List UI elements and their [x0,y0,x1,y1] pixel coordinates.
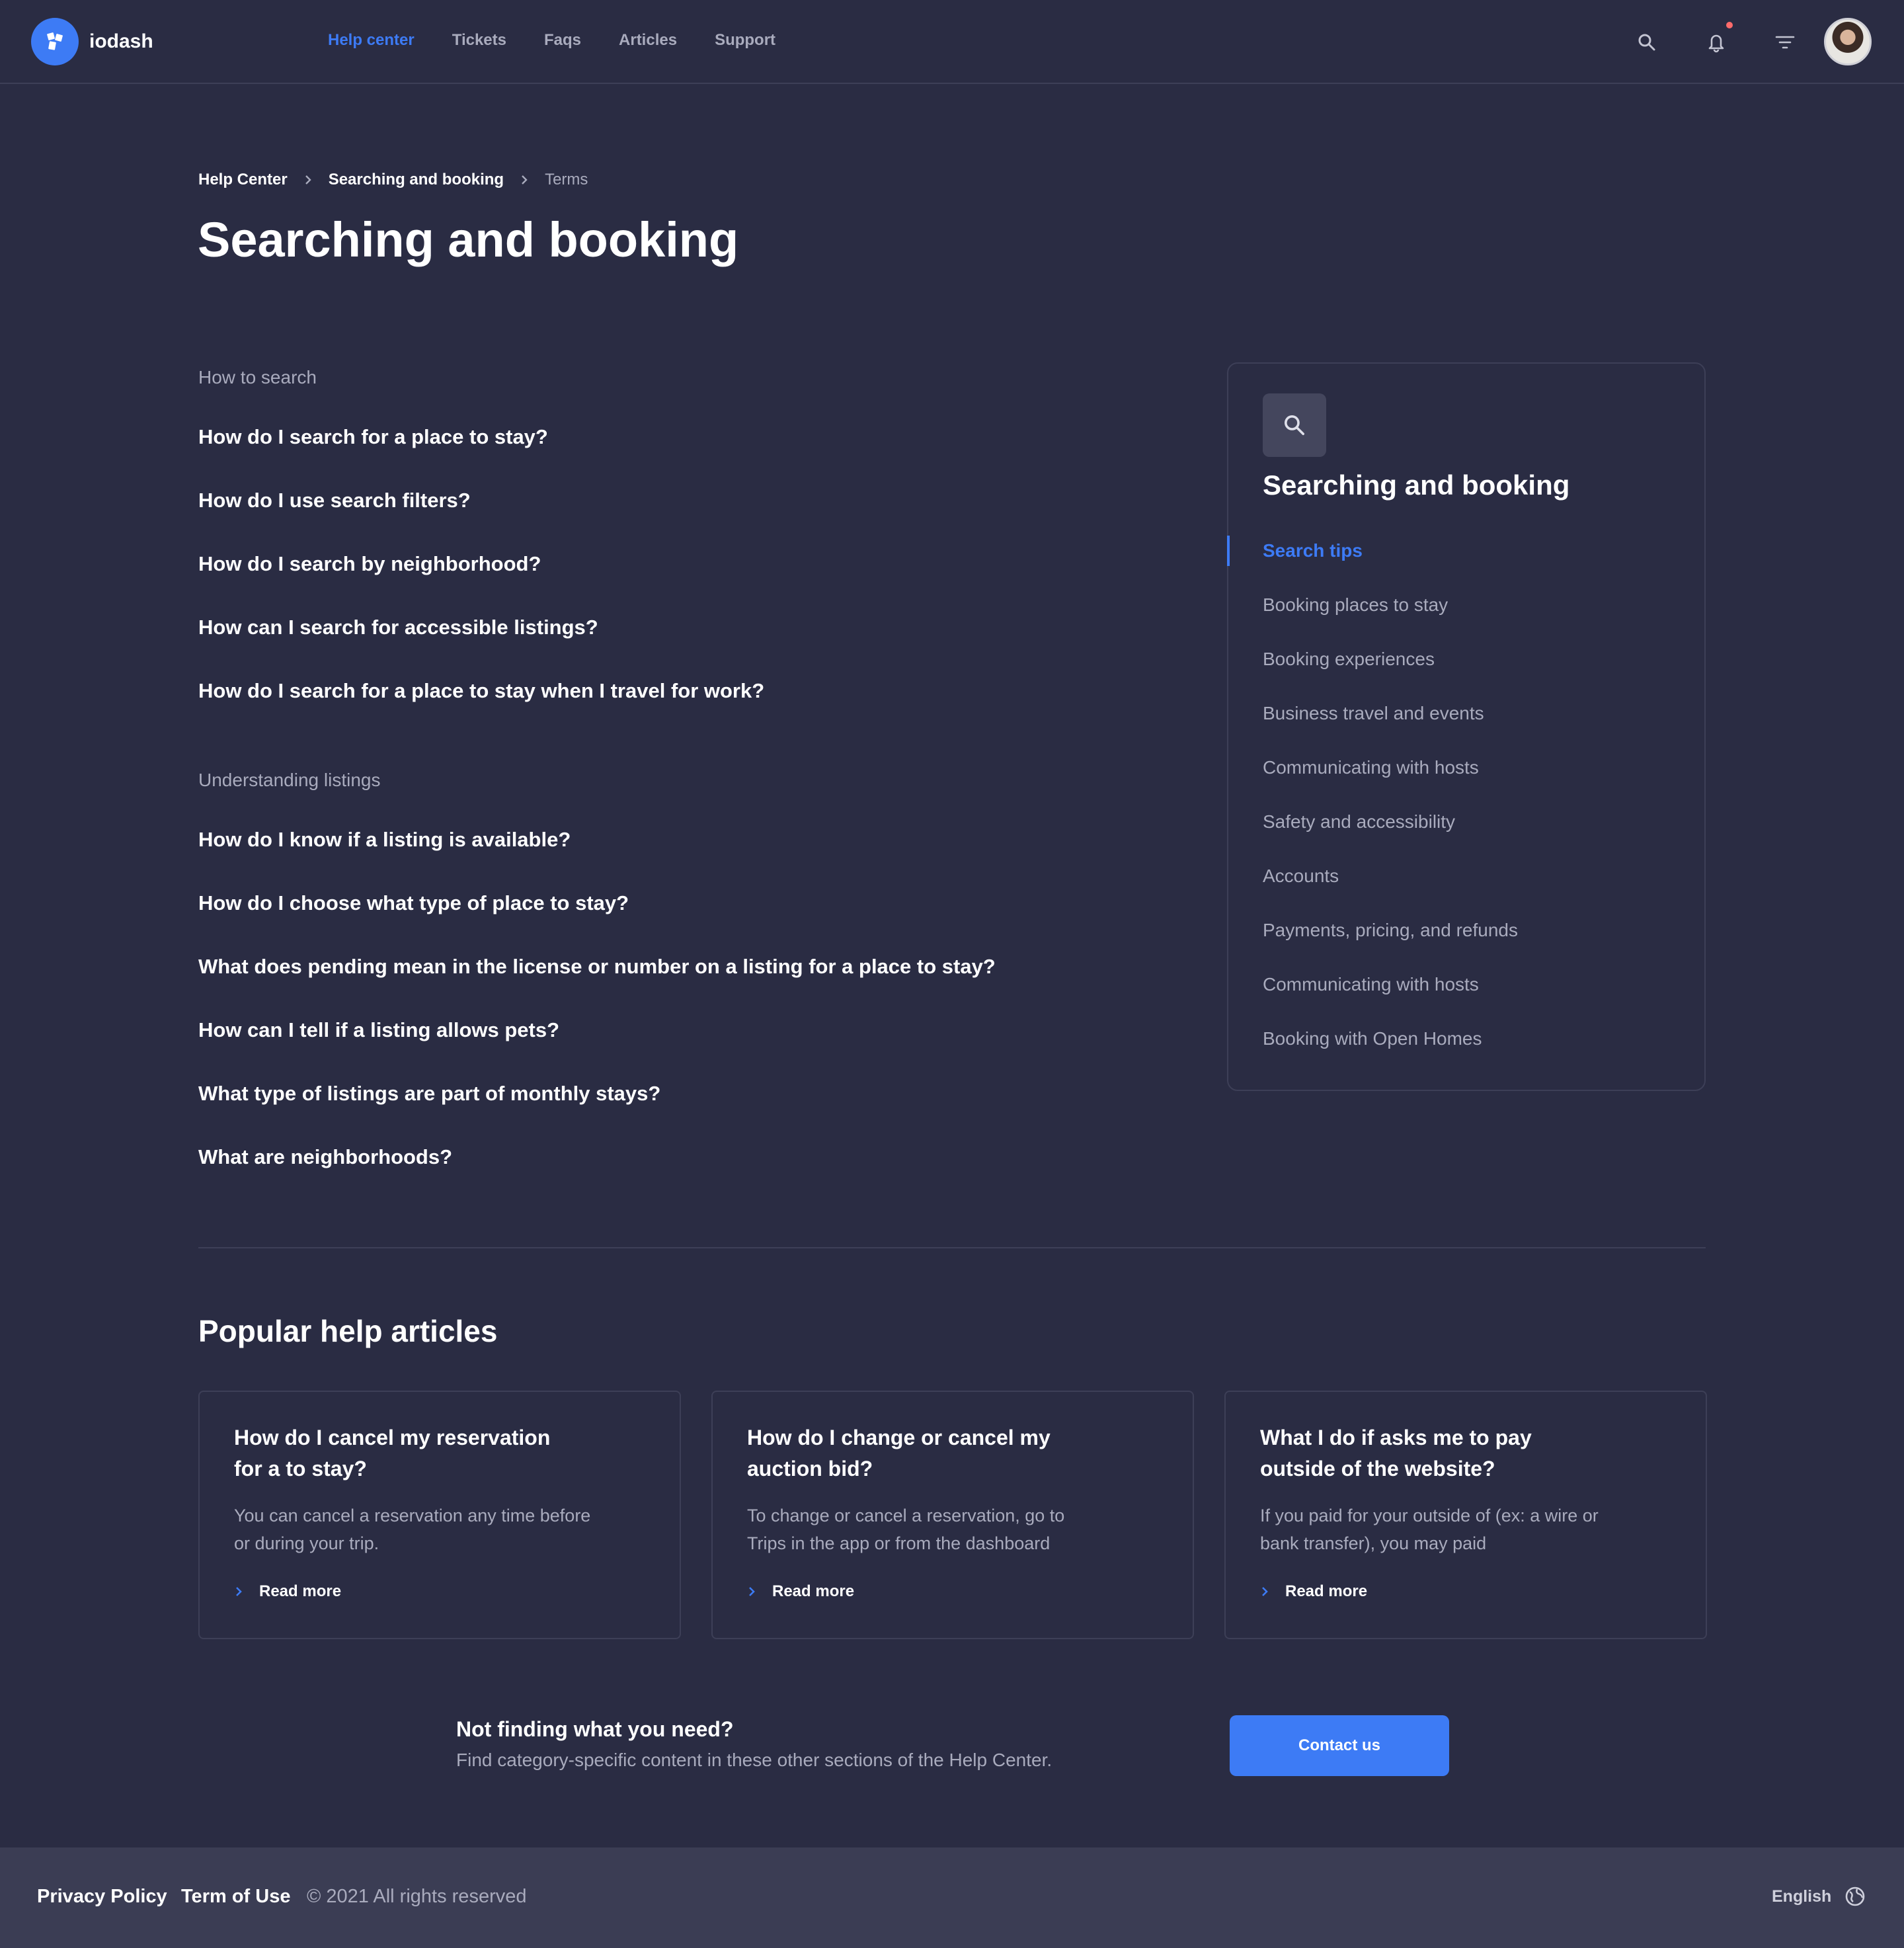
search-icon [1263,393,1326,457]
sidebar-item-search-tips[interactable]: Search tips [1227,536,1704,590]
chevron-right-icon [234,1586,243,1598]
sidebar-item-business-travel[interactable]: Business travel and events [1228,698,1704,752]
read-more-label: Read more [259,1582,342,1600]
contact-us-button[interactable]: Contact us [1230,1715,1449,1776]
nav-support[interactable]: Support [715,31,775,50]
article-excerpt: If you paid for your outside of (ex: a w… [1260,1506,1599,1553]
question-link[interactable]: How do I search for a place to stay? [198,424,764,450]
section-how-to-search: How to search How do I search for a plac… [198,367,764,704]
article-excerpt: You can cancel a reservation any time be… [234,1506,591,1553]
sidebar-item-accounts[interactable]: Accounts [1228,861,1704,915]
divider [198,1247,1706,1248]
read-more-label: Read more [772,1582,855,1600]
sidebar-item-booking-experiences[interactable]: Booking experiences [1228,644,1704,698]
question-link[interactable]: How can I search for accessible listings… [198,614,764,641]
section-heading: How to search [198,367,317,387]
question-link[interactable]: How do I use search filters? [198,487,764,514]
article-title: How do I cancel my reservation for a to … [234,1426,551,1481]
terms-of-use-link[interactable]: Term of Use [181,1886,290,1908]
nav-faqs[interactable]: Faqs [544,31,581,50]
logo[interactable]: iodash [31,18,153,65]
question-link[interactable]: How can I tell if a listing allows pets? [198,1017,996,1043]
article-excerpt: To change or cancel a reservation, go to… [747,1506,1065,1553]
question-link[interactable]: What does pending mean in the license or… [198,954,996,980]
sidebar-item-communicating-hosts-2[interactable]: Communicating with hosts [1228,969,1704,1024]
section-heading: Understanding listings [198,770,381,790]
chevron-right-icon [747,1586,756,1598]
sidebar-item-payments[interactable]: Payments, pricing, and refunds [1228,915,1704,969]
sidebar-item-open-homes[interactable]: Booking with Open Homes [1228,1024,1704,1078]
breadcrumb-help-center[interactable]: Help Center [198,171,288,189]
article-card[interactable]: How do I cancel my reservation for a to … [198,1391,681,1639]
breadcrumb-terms: Terms [545,171,588,188]
chevron-right-icon [1260,1586,1269,1598]
article-title: What I do if asks me to pay outside of t… [1260,1426,1532,1481]
read-more-link[interactable]: Read more [1260,1582,1367,1601]
question-link[interactable]: What are neighborhoods? [198,1144,996,1170]
nav-articles[interactable]: Articles [619,31,677,50]
sidebar-item-communicating-hosts[interactable]: Communicating with hosts [1228,752,1704,807]
filter-icon[interactable] [1773,30,1797,54]
globe-icon[interactable] [1843,1885,1867,1908]
article-card[interactable]: How do I change or cancel my auction bid… [711,1391,1194,1639]
article-card[interactable]: What I do if asks me to pay outside of t… [1224,1391,1707,1639]
question-link[interactable]: What type of listings are part of monthl… [198,1080,996,1107]
question-link[interactable]: How do I search for a place to stay when… [198,678,764,704]
read-more-label: Read more [1285,1582,1368,1600]
read-more-link[interactable]: Read more [747,1582,854,1601]
privacy-policy-link[interactable]: Privacy Policy [37,1886,167,1908]
question-link[interactable]: How do I choose what type of place to st… [198,890,996,916]
main-nav: Help center Tickets Faqs Articles Suppor… [328,31,813,50]
breadcrumb-searching-and-booking[interactable]: Searching and booking [329,171,504,189]
breadcrumb: Help Center Searching and booking Terms [198,171,588,189]
bell-icon[interactable] [1704,22,1733,54]
top-bar: iodash Help center Tickets Faqs Articles… [0,0,1904,84]
chevron-right-icon [520,175,529,185]
sidebar-item-safety[interactable]: Safety and accessibility [1228,807,1704,861]
avatar[interactable] [1824,18,1872,65]
language-selector[interactable]: English [1772,1887,1831,1906]
category-sidebar: Searching and booking Search tips Bookin… [1227,362,1706,1091]
question-link[interactable]: How do I search by neighborhood? [198,551,764,577]
read-more-link[interactable]: Read more [234,1582,341,1601]
sidebar-title: Searching and booking [1263,469,1570,501]
sidebar-list: Search tips Booking places to stay Booki… [1227,536,1704,1078]
app-name: iodash [89,30,153,52]
question-link[interactable]: How do I know if a listing is available? [198,827,996,853]
cta-title: Not finding what you need? [456,1717,734,1741]
search-icon[interactable] [1635,30,1659,54]
article-title: How do I change or cancel my auction bid… [747,1426,1051,1481]
nav-help-center[interactable]: Help center [328,31,415,50]
logo-icon [31,18,79,65]
chevron-right-icon [303,175,313,185]
copyright: © 2021 All rights reserved [307,1886,527,1907]
popular-articles-title: Popular help articles [198,1314,498,1348]
notification-dot [1726,22,1733,28]
cta-text: Find category-specific content in these … [456,1750,1052,1770]
nav-tickets[interactable]: Tickets [452,31,506,50]
section-understanding-listings: Understanding listings How do I know if … [198,770,996,1170]
page-title: Searching and booking [198,212,739,267]
sidebar-item-booking-places[interactable]: Booking places to stay [1228,590,1704,644]
footer: Privacy Policy Term of Use © 2021 All ri… [0,1847,1904,1948]
